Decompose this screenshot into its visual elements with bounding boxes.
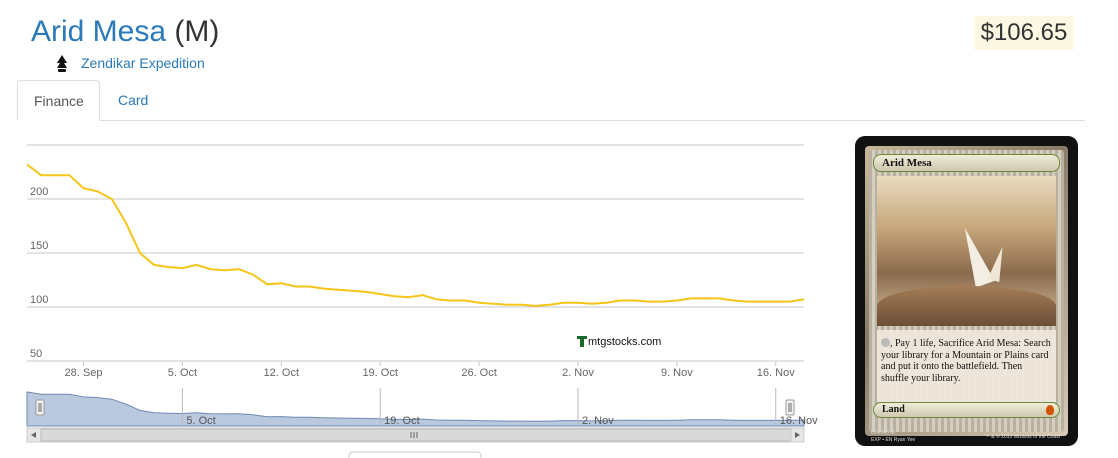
card-footer: 024/045 M EXP • EN Ryan Yee ™ & © 2015 W… [871,430,1060,443]
navigator-tick-label: 2. Nov [582,415,614,427]
x-axis-labels: 28. Sep 5. Oct 12. Oct 19. Oct 26. Oct 2. Nov… [65,361,795,379]
set-row: Zendikar Expedition [55,53,205,73]
x-tick-label: 2. Nov [562,367,594,379]
y-axis-labels: 200 150 100 50 [30,186,48,360]
card-name-link[interactable]: Arid Mesa [31,15,166,48]
price-badge: $106.65 [974,16,1074,50]
price-chart-svg: 20015010050 28. Sep 5. Oct 12. Oct 19. Oct 2… [26,144,818,458]
x-tick-label: 12. Oct [264,367,299,379]
x-tick-label: 19. Oct [362,367,397,379]
card-header: Arid Mesa (M) [31,12,219,52]
navigator-tick-label: 5. Oct [186,415,215,427]
x-tick-label: 9. Nov [661,367,693,379]
navigator-tick-label: 16. Nov [780,415,818,427]
scrollbar-thumb[interactable] [40,428,792,442]
set-name-link[interactable]: Zendikar Expedition [81,55,205,71]
x-tick-label: 5. Oct [168,367,197,379]
y-tick-label: 50 [30,348,42,360]
price-line [26,163,805,307]
y-tick-label: 150 [30,240,48,252]
navigator-handle-right[interactable] [785,399,795,416]
x-tick-label: 28. Sep [65,367,103,379]
tap-symbol-icon [881,338,890,347]
range-navigator[interactable]: 5. Oct 19. Oct 2. Nov 16. Nov [26,388,818,427]
card-image-title: Arid Mesa [873,154,1060,172]
x-tick-label: 16. Nov [757,367,795,379]
y-tick-label: 100 [30,294,48,306]
rarity-label: (M) [174,15,220,48]
tab-card[interactable]: Card [102,80,164,121]
card-set-symbol-icon [1046,405,1054,415]
card-rules-text: , Pay 1 life, Sacrifice Arid Mesa: Searc… [877,330,1056,402]
page-title: Arid Mesa (M) [31,12,219,52]
price-series [26,163,805,307]
expedition-set-icon [55,53,69,73]
watermark: mtgstocks.com [577,336,661,348]
card-type-line: Land [873,402,1060,418]
y-tick-label: 200 [30,186,48,198]
tab-bar: Finance Card [17,80,1085,121]
scrollbar[interactable] [26,427,805,443]
mtgstocks-logo-icon [577,336,587,347]
x-tick-label: 26. Oct [461,367,496,379]
card-image: Arid Mesa , Pay 1 life, Sacrifice Arid M… [855,136,1078,446]
watermark-text: mtgstocks.com [588,336,661,348]
navigator-tick-label: 19. Oct [384,415,419,427]
tab-finance[interactable]: Finance [17,80,100,121]
navigator-handle-left[interactable] [35,399,45,416]
card-artwork [877,176,1056,326]
price-chart: 200 150 100 50 28. Sep 5. Oct 12. Oct 19. Oct 2… [0,130,820,458]
chart-grid [27,144,804,362]
bottom-panel-edge [348,451,482,458]
